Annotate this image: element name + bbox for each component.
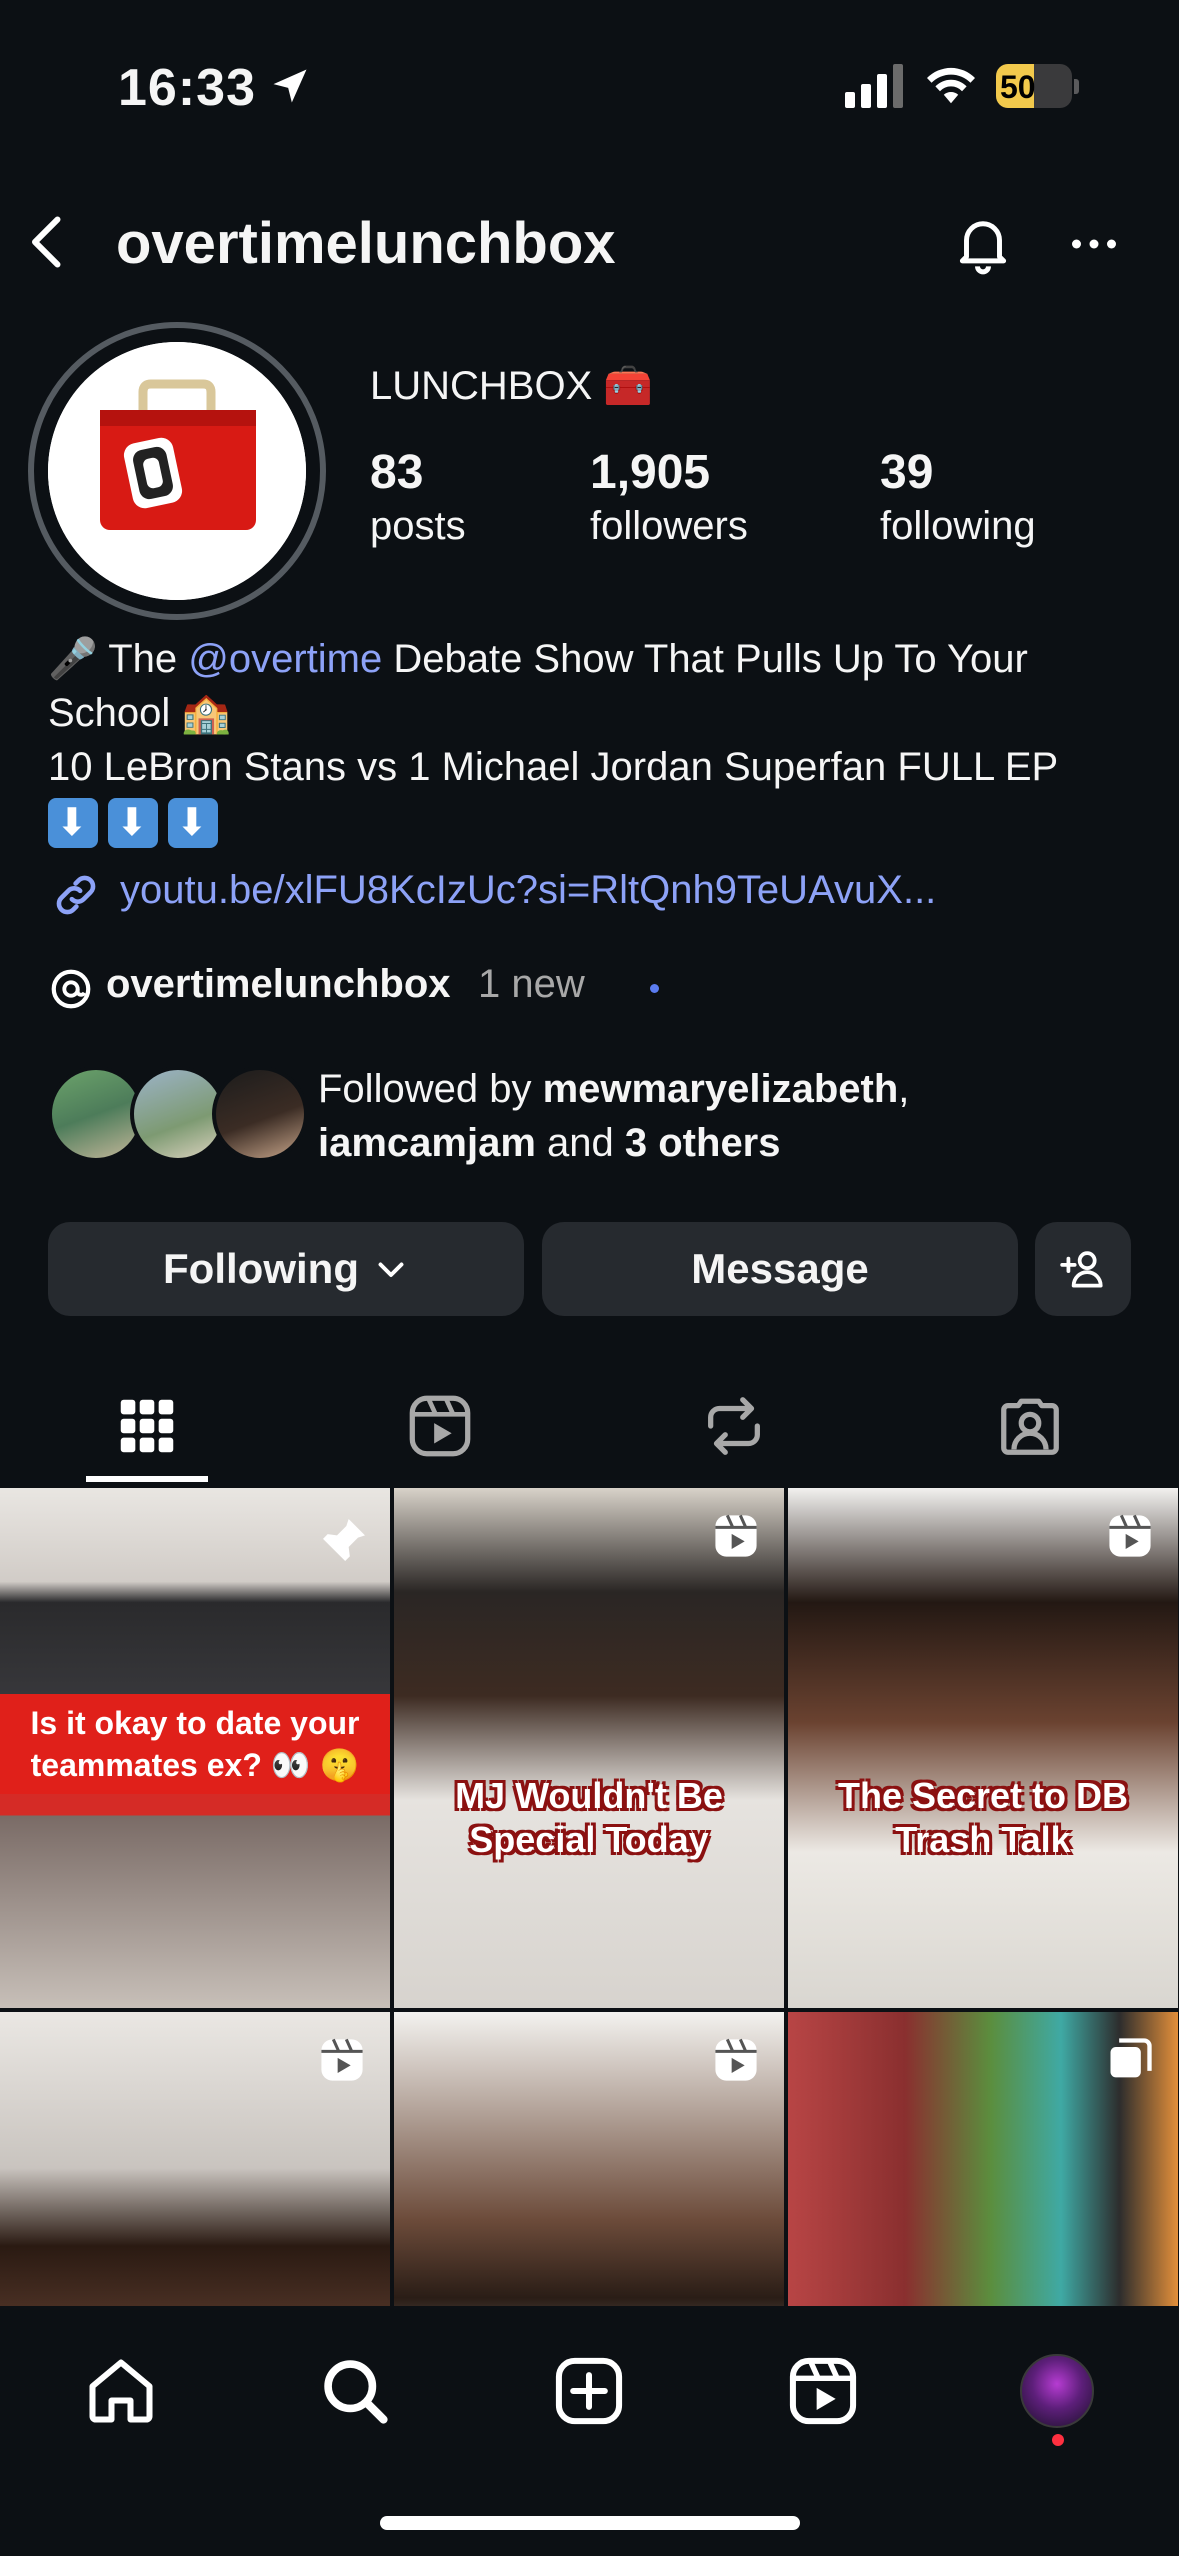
lunchbox-logo-icon — [48, 342, 306, 600]
reel-icon — [715, 1514, 757, 1557]
post-thumbnail[interactable]: Is it okay to date your teammates ex? 👀 … — [0, 1488, 390, 2008]
mutual-follower-name: iamcamjam — [318, 1121, 536, 1165]
suggested-users-button[interactable] — [1035, 1222, 1131, 1316]
stat-label: following — [880, 504, 1036, 548]
threads-new-dot — [650, 984, 659, 993]
more-options-icon[interactable] — [1062, 214, 1126, 274]
following-button[interactable]: Following — [48, 1222, 524, 1316]
profile-tabs — [0, 1366, 1179, 1486]
followed-by[interactable]: Followed by mewmaryelizabeth, iamcamjam … — [48, 1062, 1168, 1172]
chevron-down-icon — [378, 1262, 404, 1277]
repost-icon — [708, 1397, 760, 1455]
posts-grid: Is it okay to date your teammates ex? 👀 … — [0, 1488, 1179, 2306]
status-time: 16:33 — [118, 59, 256, 117]
header-username: overtimelunchbox — [116, 211, 616, 276]
back-chevron-icon[interactable] — [20, 212, 80, 272]
create-post-icon — [555, 2357, 623, 2425]
bio-mention-link[interactable]: @overtime — [188, 637, 382, 681]
bio-text: 🎤 The — [48, 637, 189, 681]
down-arrow-icon — [108, 796, 158, 850]
threads-new-count: 1 new — [478, 962, 585, 1006]
post-caption-overlay: MJ Wouldn't Be Special Today — [455, 1775, 723, 1860]
threads-username: overtimelunchbox — [106, 962, 451, 1006]
profile-avatar[interactable] — [48, 342, 306, 600]
wifi-icon — [927, 67, 975, 104]
posts-count[interactable]: 83 posts — [370, 445, 466, 549]
nav-create[interactable] — [544, 2346, 634, 2436]
followed-by-text: Followed by mewmaryelizabeth, iamcamjam … — [318, 1062, 1168, 1170]
profile-header: overtimelunchbox — [0, 190, 1179, 300]
nav-profile[interactable] — [1012, 2346, 1102, 2436]
post-caption-overlay: Is it okay to date your teammates ex? 👀 … — [0, 1694, 390, 1794]
follower-avatar — [212, 1066, 308, 1162]
pin-icon — [323, 1519, 365, 1561]
profile-link-url[interactable]: youtu.be/xlFU8KcIzUc?si=RltQnh9TeUAvuX..… — [120, 868, 936, 913]
reel-icon — [715, 2038, 757, 2081]
post-thumbnail[interactable] — [0, 2012, 390, 2306]
home-indicator[interactable] — [380, 2516, 800, 2530]
add-user-icon — [1060, 1251, 1103, 1288]
threads-icon — [51, 969, 91, 1009]
post-caption-overlay: The Secret to DB Trash Talk — [837, 1775, 1129, 1860]
display-name: LUNCHBOX 🧰 — [370, 364, 654, 408]
post-thumbnail[interactable]: MJ Wouldn't Be Special Today — [394, 1488, 784, 2008]
grid-icon — [120, 1399, 174, 1453]
location-arrow-icon — [273, 69, 307, 103]
post-thumbnail[interactable] — [394, 2012, 784, 2306]
followed-by-and: and — [535, 1121, 625, 1165]
tab-posts[interactable] — [47, 1366, 247, 1486]
bio-text: 10 LeBron Stans vs 1 Michael Jordan Supe… — [48, 745, 1059, 789]
message-button[interactable]: Message — [542, 1222, 1018, 1316]
reel-icon — [321, 2038, 363, 2081]
mutual-follower-name: mewmaryelizabeth — [542, 1067, 899, 1111]
nav-home[interactable] — [76, 2346, 166, 2436]
notification-bell-icon[interactable] — [950, 210, 1016, 276]
following-button-label: Following — [163, 1245, 359, 1292]
link-icon — [56, 875, 96, 915]
down-arrow-icon — [48, 796, 98, 850]
reels-icon — [409, 1395, 471, 1457]
own-profile-avatar — [1020, 2354, 1094, 2428]
reels-icon — [789, 2357, 857, 2425]
profile-bio: 🎤 The @overtime Debate Show That Pulls U… — [48, 632, 1148, 850]
stat-value: 39 — [880, 446, 934, 499]
tab-reposts[interactable] — [634, 1366, 834, 1486]
following-count[interactable]: 39 following — [880, 445, 1036, 549]
post-thumbnail[interactable] — [788, 2012, 1178, 2306]
stat-label: posts — [370, 504, 466, 548]
message-button-label: Message — [691, 1245, 869, 1292]
stat-value: 83 — [370, 446, 424, 499]
nav-reels[interactable] — [778, 2346, 868, 2436]
nav-search[interactable] — [310, 2346, 400, 2436]
home-icon — [89, 2359, 153, 2423]
active-tab-indicator — [86, 1476, 208, 1482]
search-icon — [324, 2360, 388, 2424]
carousel-icon — [1110, 2038, 1152, 2078]
profile-notification-dot — [1052, 2434, 1064, 2446]
tagged-user-icon — [1001, 1398, 1059, 1455]
stat-value: 1,905 — [590, 446, 711, 499]
status-bar: 16:33 50 — [0, 0, 1179, 170]
followed-by-separator: , — [898, 1067, 910, 1111]
battery-icon: 50 — [996, 64, 1079, 108]
stat-label: followers — [590, 504, 748, 548]
followed-by-prefix: Followed by — [318, 1067, 543, 1111]
post-thumbnail[interactable]: The Secret to DB Trash Talk — [788, 1488, 1178, 2008]
tab-tagged[interactable] — [930, 1366, 1130, 1486]
down-arrow-icon — [168, 796, 218, 850]
battery-percent: 50 — [1000, 69, 1036, 105]
tab-reels[interactable] — [340, 1366, 540, 1486]
cellular-signal-icon — [845, 64, 903, 108]
followers-count[interactable]: 1,905 followers — [590, 445, 748, 549]
reel-icon — [1109, 1514, 1151, 1557]
mutual-followers-others: 3 others — [624, 1121, 781, 1165]
